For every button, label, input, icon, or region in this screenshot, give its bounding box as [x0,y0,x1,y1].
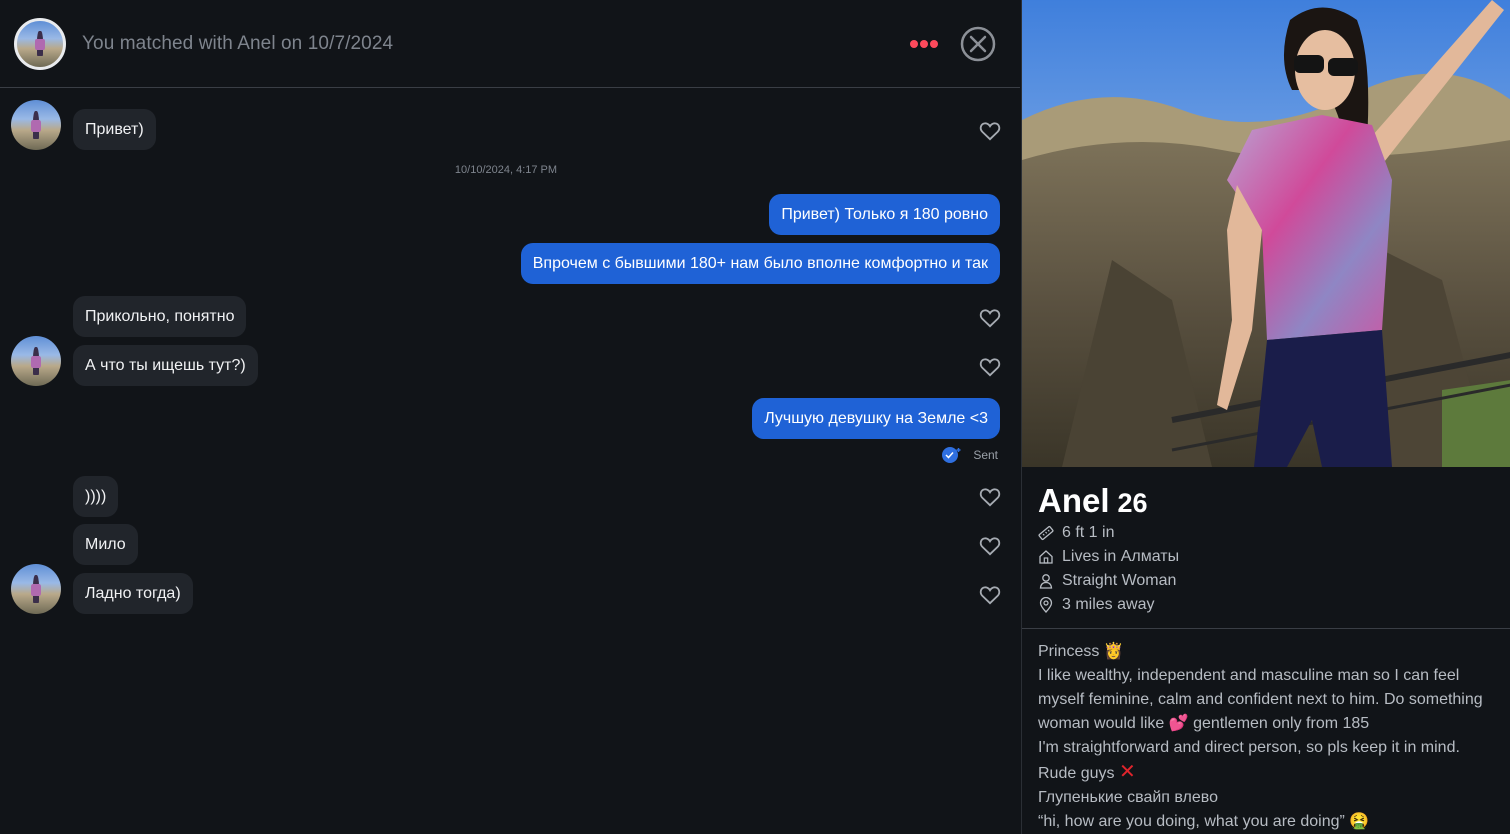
bio-line: Глупенькие свайп влево [1038,789,1218,806]
incoming-message[interactable]: А что ты ищешь тут?) [73,345,258,386]
double-check-sent-icon [942,447,961,463]
incoming-message[interactable]: Мило [73,524,138,565]
close-circle-icon[interactable] [960,26,996,62]
outgoing-message[interactable]: Впрочем с бывшими 180+ нам было вполне к… [520,243,1000,284]
profile-panel: Anel 26 6 ft 1 in Lives in Алматы Straig… [1021,0,1510,834]
bio-line: I'm straightforward and direct person, s… [1038,739,1460,756]
bio-line: Princess 👸 [1038,643,1124,660]
distance-text: 3 miles away [1062,596,1155,613]
sent-status: Sent [941,446,998,464]
incoming-message[interactable]: Ладно тогда) [73,573,193,614]
height-text: 6 ft 1 in [1062,524,1115,541]
distance-row: 3 miles away [1038,594,1154,616]
sender-avatar[interactable] [11,564,61,614]
bio-line: “hi, how are you doing, what you are doi… [1038,813,1370,830]
outgoing-message[interactable]: Лучшую девушку на Земле <3 [752,398,1000,439]
incoming-message[interactable]: )))) [73,476,119,517]
bio-line: myself feminine, calm and confident next… [1038,691,1483,708]
bio-line: woman would like 💕 gentlemen only from 1… [1038,715,1370,732]
location-row: Lives in Алматы [1038,546,1179,568]
lives-text: Lives in Алматы [1062,548,1180,565]
message-list[interactable]: Привет) 10/10/2024, 4:17 PM Привет) Толь… [0,89,1020,834]
bio-line-rude: Rude guys ✕ [1038,760,1508,786]
heart-outline-icon[interactable] [979,308,1001,328]
match-info-text: You matched with Anel on 10/7/2024 [82,33,394,54]
ruler-icon [1038,525,1054,541]
more-dots-icon[interactable] [906,36,942,52]
cross-mark-icon: ✕ [1118,761,1136,783]
match-avatar[interactable] [14,18,66,70]
person-icon [1039,574,1053,589]
incoming-message[interactable]: Прикольно, понятно [73,296,247,337]
sender-avatar[interactable] [11,336,61,386]
profile-name: Anel [1038,482,1110,519]
sent-label: Sent [973,448,998,462]
outgoing-message[interactable]: Привет) Только я 180 ровно [769,194,1000,235]
home-icon [1039,550,1053,564]
location-pin-icon [1039,597,1053,613]
height-row: 6 ft 1 in [1038,522,1114,544]
chat-header: You matched with Anel on 10/7/2024 [0,0,1020,88]
profile-age: 26 [1117,488,1148,518]
profile-photo[interactable] [1022,0,1510,467]
heart-outline-icon[interactable] [979,487,1001,507]
heart-outline-icon[interactable] [979,585,1001,605]
heart-outline-icon[interactable] [979,536,1001,556]
incoming-message[interactable]: Привет) [73,109,156,150]
profile-bio: Princess 👸 I like wealthy, independent a… [1038,640,1508,834]
bio-line: I like wealthy, independent and masculin… [1038,667,1460,684]
heart-outline-icon[interactable] [979,357,1001,377]
heart-outline-icon[interactable] [979,121,1001,141]
orientation-row: Straight Woman [1038,570,1176,592]
bio-line: Rude guys [1038,765,1115,782]
divider [1022,628,1510,629]
chat-panel: You matched with Anel on 10/7/2024 Приве… [0,0,1020,834]
message-timestamp: 10/10/2024, 4:17 PM [454,164,558,176]
orientation-text: Straight Woman [1062,572,1177,589]
sender-avatar[interactable] [11,100,61,150]
profile-name-row: Anel 26 [1038,482,1148,520]
